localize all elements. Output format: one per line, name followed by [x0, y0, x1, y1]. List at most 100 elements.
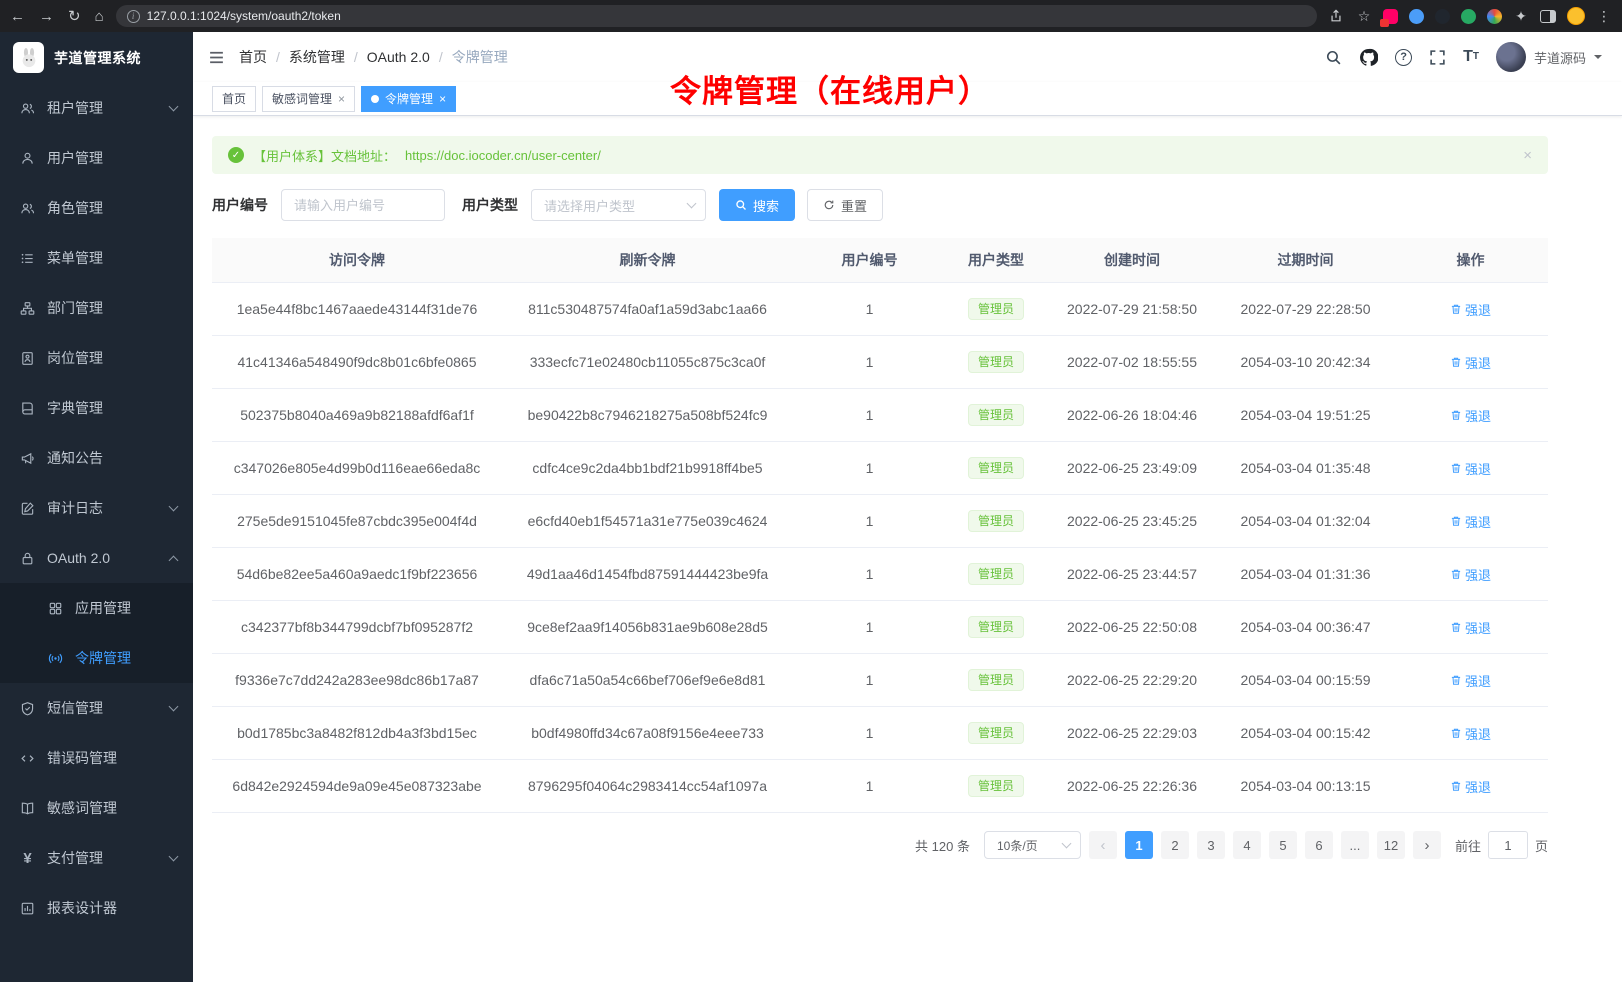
force-logout-button[interactable]: 强退 — [1450, 777, 1491, 796]
alert-close-icon[interactable]: × — [1523, 147, 1532, 164]
next-page-button[interactable]: › — [1413, 831, 1441, 859]
doc-link[interactable]: https://doc.iocoder.cn/user-center/ — [405, 148, 601, 163]
user-type-cell: 管理员 — [946, 601, 1046, 654]
sidebar-item-oauth-token[interactable]: 令牌管理 — [0, 633, 193, 683]
tab-home[interactable]: 首页 — [212, 86, 256, 112]
breadcrumb-oauth[interactable]: OAuth 2.0 — [367, 49, 443, 65]
user-id-cell: 1 — [793, 654, 946, 707]
browser-refresh-icon[interactable]: ↻ — [68, 7, 81, 25]
sidebar-item-audit-log[interactable]: 审计日志 — [0, 483, 193, 533]
column-header-user-type: 用户类型 — [946, 238, 1046, 283]
page-button-4[interactable]: 4 — [1233, 831, 1261, 859]
sidebar-item-sms[interactable]: 短信管理 — [0, 683, 193, 733]
force-logout-button[interactable]: 强退 — [1450, 512, 1491, 531]
sidebar-item-role[interactable]: 角色管理 — [0, 183, 193, 233]
chevron-down-icon — [1594, 55, 1602, 63]
browser-home-icon[interactable]: ⌂ — [95, 8, 104, 25]
page-button-6[interactable]: 6 — [1305, 831, 1333, 859]
force-logout-button[interactable]: 强退 — [1450, 406, 1491, 425]
search-button[interactable]: 搜索 — [719, 189, 795, 221]
page-button-12[interactable]: 12 — [1377, 831, 1405, 859]
close-icon[interactable]: × — [338, 93, 345, 105]
user-id-input[interactable] — [281, 189, 445, 221]
chevron-down-icon — [1062, 838, 1072, 848]
actions-cell: 强退 — [1393, 707, 1548, 760]
user-type-cell: 管理员 — [946, 389, 1046, 442]
actions-cell: 强退 — [1393, 548, 1548, 601]
user-menu[interactable]: 芋道源码 — [1496, 42, 1602, 72]
force-logout-button[interactable]: 强退 — [1450, 618, 1491, 637]
hamburger-menu-icon[interactable] — [208, 49, 225, 66]
page-button-5[interactable]: 5 — [1269, 831, 1297, 859]
page-button-1[interactable]: 1 — [1125, 831, 1153, 859]
user-id-label: 用户编号 — [212, 195, 268, 215]
font-size-icon[interactable]: TT — [1463, 49, 1479, 65]
tab-token[interactable]: 令牌管理× — [361, 86, 456, 112]
sidebar-item-report-designer[interactable]: 报表设计器 — [0, 883, 193, 933]
trash-icon — [1450, 780, 1462, 792]
breadcrumb-home[interactable]: 首页 — [239, 47, 280, 67]
page-size-select[interactable]: 10条/页 — [984, 831, 1081, 859]
prev-page-button[interactable]: ‹ — [1089, 831, 1117, 859]
app-logo[interactable]: 芋道管理系统 — [0, 32, 193, 83]
sidebar-item-dept[interactable]: 部门管理 — [0, 283, 193, 333]
force-logout-button[interactable]: 强退 — [1450, 459, 1491, 478]
sms-shield-icon — [19, 701, 36, 716]
sidebar-item-sensitive-words[interactable]: 敏感词管理 — [0, 783, 193, 833]
force-logout-button[interactable]: 强退 — [1450, 300, 1491, 319]
close-icon[interactable]: × — [439, 93, 446, 105]
user-id-cell: 1 — [793, 495, 946, 548]
info-icon[interactable]: i — [127, 10, 140, 23]
browser-menu-icon[interactable]: ⋮ — [1596, 8, 1612, 25]
page-ellipsis[interactable]: ... — [1341, 831, 1369, 859]
force-logout-button[interactable]: 强退 — [1450, 565, 1491, 584]
active-dot-icon — [371, 95, 379, 103]
tab-sensitive-words[interactable]: 敏感词管理× — [262, 86, 355, 112]
goto-unit: 页 — [1535, 836, 1548, 855]
alert-text: 【用户体系】文档地址： — [253, 146, 396, 165]
sidebar-item-oauth[interactable]: OAuth 2.0 — [0, 533, 193, 583]
extension-red-badge-icon[interactable] — [1383, 9, 1398, 24]
sidebar-item-payment[interactable]: ¥ 支付管理 — [0, 833, 193, 883]
sidebar-item-notice[interactable]: 通知公告 — [0, 433, 193, 483]
force-logout-button[interactable]: 强退 — [1450, 671, 1491, 690]
sidebar-item-dict[interactable]: 字典管理 — [0, 383, 193, 433]
browser-profile-avatar[interactable] — [1567, 7, 1585, 25]
extension-green-icon[interactable] — [1461, 9, 1476, 24]
sidebar-item-menu[interactable]: 菜单管理 — [0, 233, 193, 283]
user-id-cell: 1 — [793, 760, 946, 813]
goto-page-input[interactable] — [1488, 831, 1528, 859]
sidebar-item-user[interactable]: 用户管理 — [0, 133, 193, 183]
user-id-cell: 1 — [793, 283, 946, 336]
user-type-select[interactable]: 请选择用户类型 — [531, 189, 706, 221]
sidebar-item-post[interactable]: 岗位管理 — [0, 333, 193, 383]
breadcrumb-current: 令牌管理 — [452, 47, 508, 67]
extension-dark-icon[interactable] — [1435, 9, 1450, 24]
fullscreen-icon[interactable] — [1429, 49, 1446, 66]
access-token-cell: 54d6be82ee5a460a9aedc1f9bf223656 — [212, 548, 502, 601]
share-icon[interactable] — [1329, 9, 1345, 23]
bookmark-star-icon[interactable]: ☆ — [1356, 8, 1372, 25]
force-logout-button[interactable]: 强退 — [1450, 353, 1491, 372]
user-type-badge: 管理员 — [968, 457, 1024, 479]
sidebar-item-error-code[interactable]: 错误码管理 — [0, 733, 193, 783]
user-type-badge: 管理员 — [968, 616, 1024, 638]
page-button-3[interactable]: 3 — [1197, 831, 1225, 859]
search-icon[interactable] — [1325, 49, 1342, 66]
access-token-cell: c342377bf8b344799dcbf7bf095287f2 — [212, 601, 502, 654]
extension-blue-icon[interactable] — [1409, 9, 1424, 24]
page-button-2[interactable]: 2 — [1161, 831, 1189, 859]
sidebar-item-oauth-app[interactable]: 应用管理 — [0, 583, 193, 633]
reset-button[interactable]: 重置 — [807, 189, 883, 221]
sidebar-panel-icon[interactable] — [1540, 10, 1556, 23]
github-icon[interactable] — [1359, 48, 1378, 67]
pin-extension-icon[interactable]: ✦ — [1513, 8, 1529, 25]
breadcrumb-system[interactable]: 系统管理 — [289, 47, 358, 67]
browser-forward-icon[interactable]: → — [39, 8, 54, 25]
help-icon[interactable]: ? — [1395, 49, 1412, 66]
extensions-puzzle-icon[interactable] — [1487, 9, 1502, 24]
force-logout-button[interactable]: 强退 — [1450, 724, 1491, 743]
browser-url-bar[interactable]: i 127.0.0.1:1024/system/oauth2/token — [116, 5, 1317, 27]
sidebar-item-tenant[interactable]: 租户管理 — [0, 83, 193, 133]
browser-back-icon[interactable]: ← — [10, 8, 25, 25]
